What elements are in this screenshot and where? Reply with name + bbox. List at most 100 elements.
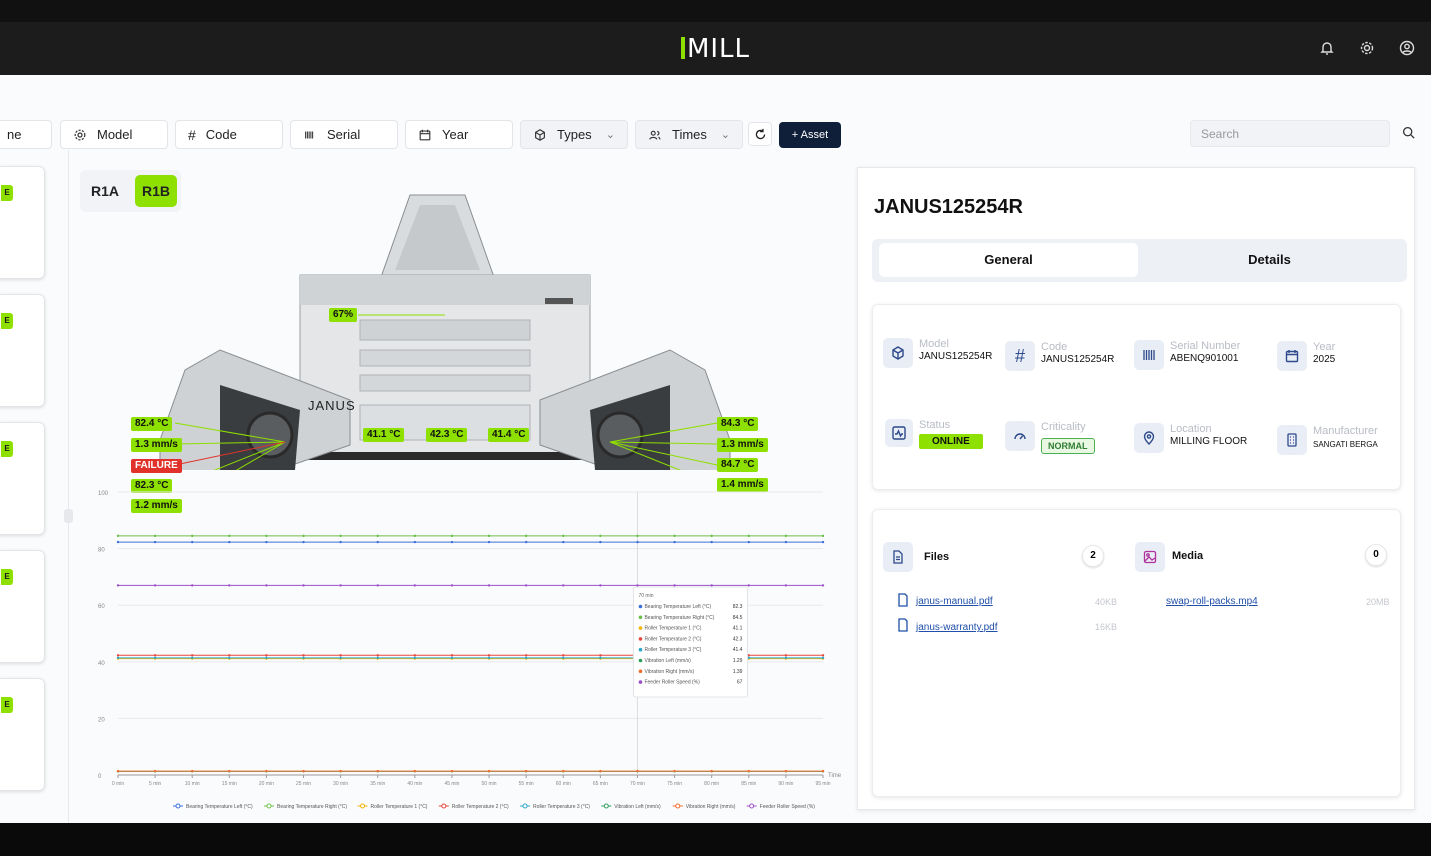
data-point [153, 534, 157, 538]
file-link[interactable]: janus-manual.pdf [916, 596, 993, 607]
brand-text: JANUS [308, 398, 356, 413]
tab-general[interactable]: General [879, 243, 1138, 277]
failure-label: FAILURE [131, 459, 182, 473]
asset-card[interactable]: E [0, 678, 45, 791]
y-tick-label: 60 [98, 604, 105, 610]
data-point [191, 654, 194, 657]
asset-card[interactable]: E [0, 550, 45, 663]
feeder-percent-label: 67% [329, 308, 358, 322]
collapse-handle[interactable] [64, 509, 73, 523]
refresh-icon [755, 128, 765, 139]
sensor-label: 84.3 °C [717, 417, 759, 431]
window-frame-bottom [0, 823, 1431, 856]
data-point [413, 769, 417, 773]
data-point [339, 534, 342, 538]
general-info-card: Model JANUS125254R # Code JANUS125254R S… [872, 304, 1401, 490]
data-point [450, 584, 454, 587]
activity-icon [892, 426, 906, 440]
tooltip-label: Vibration Left (mm/s) [644, 658, 691, 664]
data-point [228, 534, 231, 538]
y-tick-label: 80 [98, 548, 105, 554]
data-point [487, 534, 491, 538]
data-point [784, 534, 788, 538]
data-point [524, 769, 528, 773]
data-point [710, 534, 713, 538]
search-icon[interactable] [1402, 126, 1415, 139]
data-point [191, 584, 194, 587]
data-point [710, 584, 713, 587]
legend-label: Vibration Left (mm/s) [614, 804, 661, 810]
hash-icon: # [1005, 341, 1035, 371]
data-point [339, 654, 342, 657]
data-point [487, 769, 491, 773]
name-filter[interactable]: ne [0, 120, 52, 149]
machine-diagram: 67% JANUS 82.4 °C 1.3 mm/s FAILURE 82.3 … [120, 190, 770, 513]
tooltip-dot [638, 626, 643, 630]
data-point [450, 540, 454, 544]
data-point [821, 654, 825, 657]
serial-filter[interactable]: Serial [290, 120, 398, 149]
refresh-button[interactable] [748, 122, 772, 146]
x-tick-label: 15 min [222, 781, 237, 787]
asset-card[interactable]: E [0, 166, 45, 279]
x-tick-label: 20 min [259, 781, 274, 787]
data-point [821, 769, 825, 773]
gauge-icon [1014, 433, 1026, 440]
data-point [265, 654, 268, 657]
data-point [228, 654, 231, 657]
data-point [784, 540, 788, 544]
media-label: Media [1172, 550, 1204, 562]
times-dropdown[interactable]: Times ⌄ [635, 120, 743, 149]
media-link[interactable]: swap-roll-packs.mp4 [1166, 596, 1258, 607]
year-filter[interactable]: Year [405, 120, 513, 149]
data-point [599, 534, 602, 538]
data-point [302, 656, 305, 660]
data-point [673, 769, 676, 773]
add-asset-button[interactable]: + Asset [779, 122, 841, 148]
data-point [524, 584, 528, 587]
bell-icon[interactable] [1319, 40, 1335, 56]
x-tick-label: 30 min [333, 781, 348, 787]
data-point [784, 656, 788, 660]
x-tick-label: 90 min [778, 781, 793, 787]
asset-card[interactable]: E [0, 294, 45, 407]
data-point [413, 540, 417, 544]
users-icon [649, 130, 661, 140]
sensor-line-chart[interactable]: 0 20 40 60 80 100 0 min 5 min 10 min 15 min 20 min… [78, 480, 848, 820]
sensor-label: 1.3 mm/s [131, 438, 182, 452]
legend-marker [522, 803, 528, 809]
data-point [710, 540, 713, 544]
status-badge: ONLINE [919, 434, 983, 449]
search-input[interactable]: Search [1190, 120, 1390, 147]
data-point [747, 769, 750, 773]
tooltip-dot [638, 658, 643, 663]
file-icon [898, 593, 908, 607]
asset-card[interactable]: E [0, 422, 45, 535]
x-tick-label: 40 min [407, 781, 422, 787]
types-dropdown[interactable]: Types ⌄ [520, 120, 628, 149]
file-link[interactable]: janus-warranty.pdf [916, 622, 998, 633]
tab-details[interactable]: Details [1140, 243, 1399, 277]
data-point [413, 656, 417, 660]
barcode-icon [1143, 350, 1155, 360]
data-point [636, 534, 639, 538]
cube-icon [535, 128, 545, 141]
data-point [747, 534, 750, 538]
gear-icon[interactable] [1359, 40, 1375, 56]
tooltip-dot [638, 680, 643, 684]
x-tick-label: 85 min [741, 781, 756, 787]
x-tick-label: 50 min [482, 781, 497, 787]
tooltip-value: 1.29 [733, 658, 743, 664]
model-filter[interactable]: Model [60, 120, 168, 149]
data-point [153, 540, 157, 544]
data-point [524, 540, 528, 544]
y-tick-label: 20 [98, 717, 105, 723]
x-tick-label: 5 min [149, 781, 161, 787]
user-icon[interactable] [1399, 40, 1415, 56]
data-point [487, 656, 491, 660]
data-point [191, 540, 194, 544]
data-point [710, 769, 713, 773]
legend-label: Feeder Roller Speed (%) [760, 804, 816, 810]
data-point [413, 534, 417, 538]
code-filter[interactable]: # Code [175, 120, 283, 149]
